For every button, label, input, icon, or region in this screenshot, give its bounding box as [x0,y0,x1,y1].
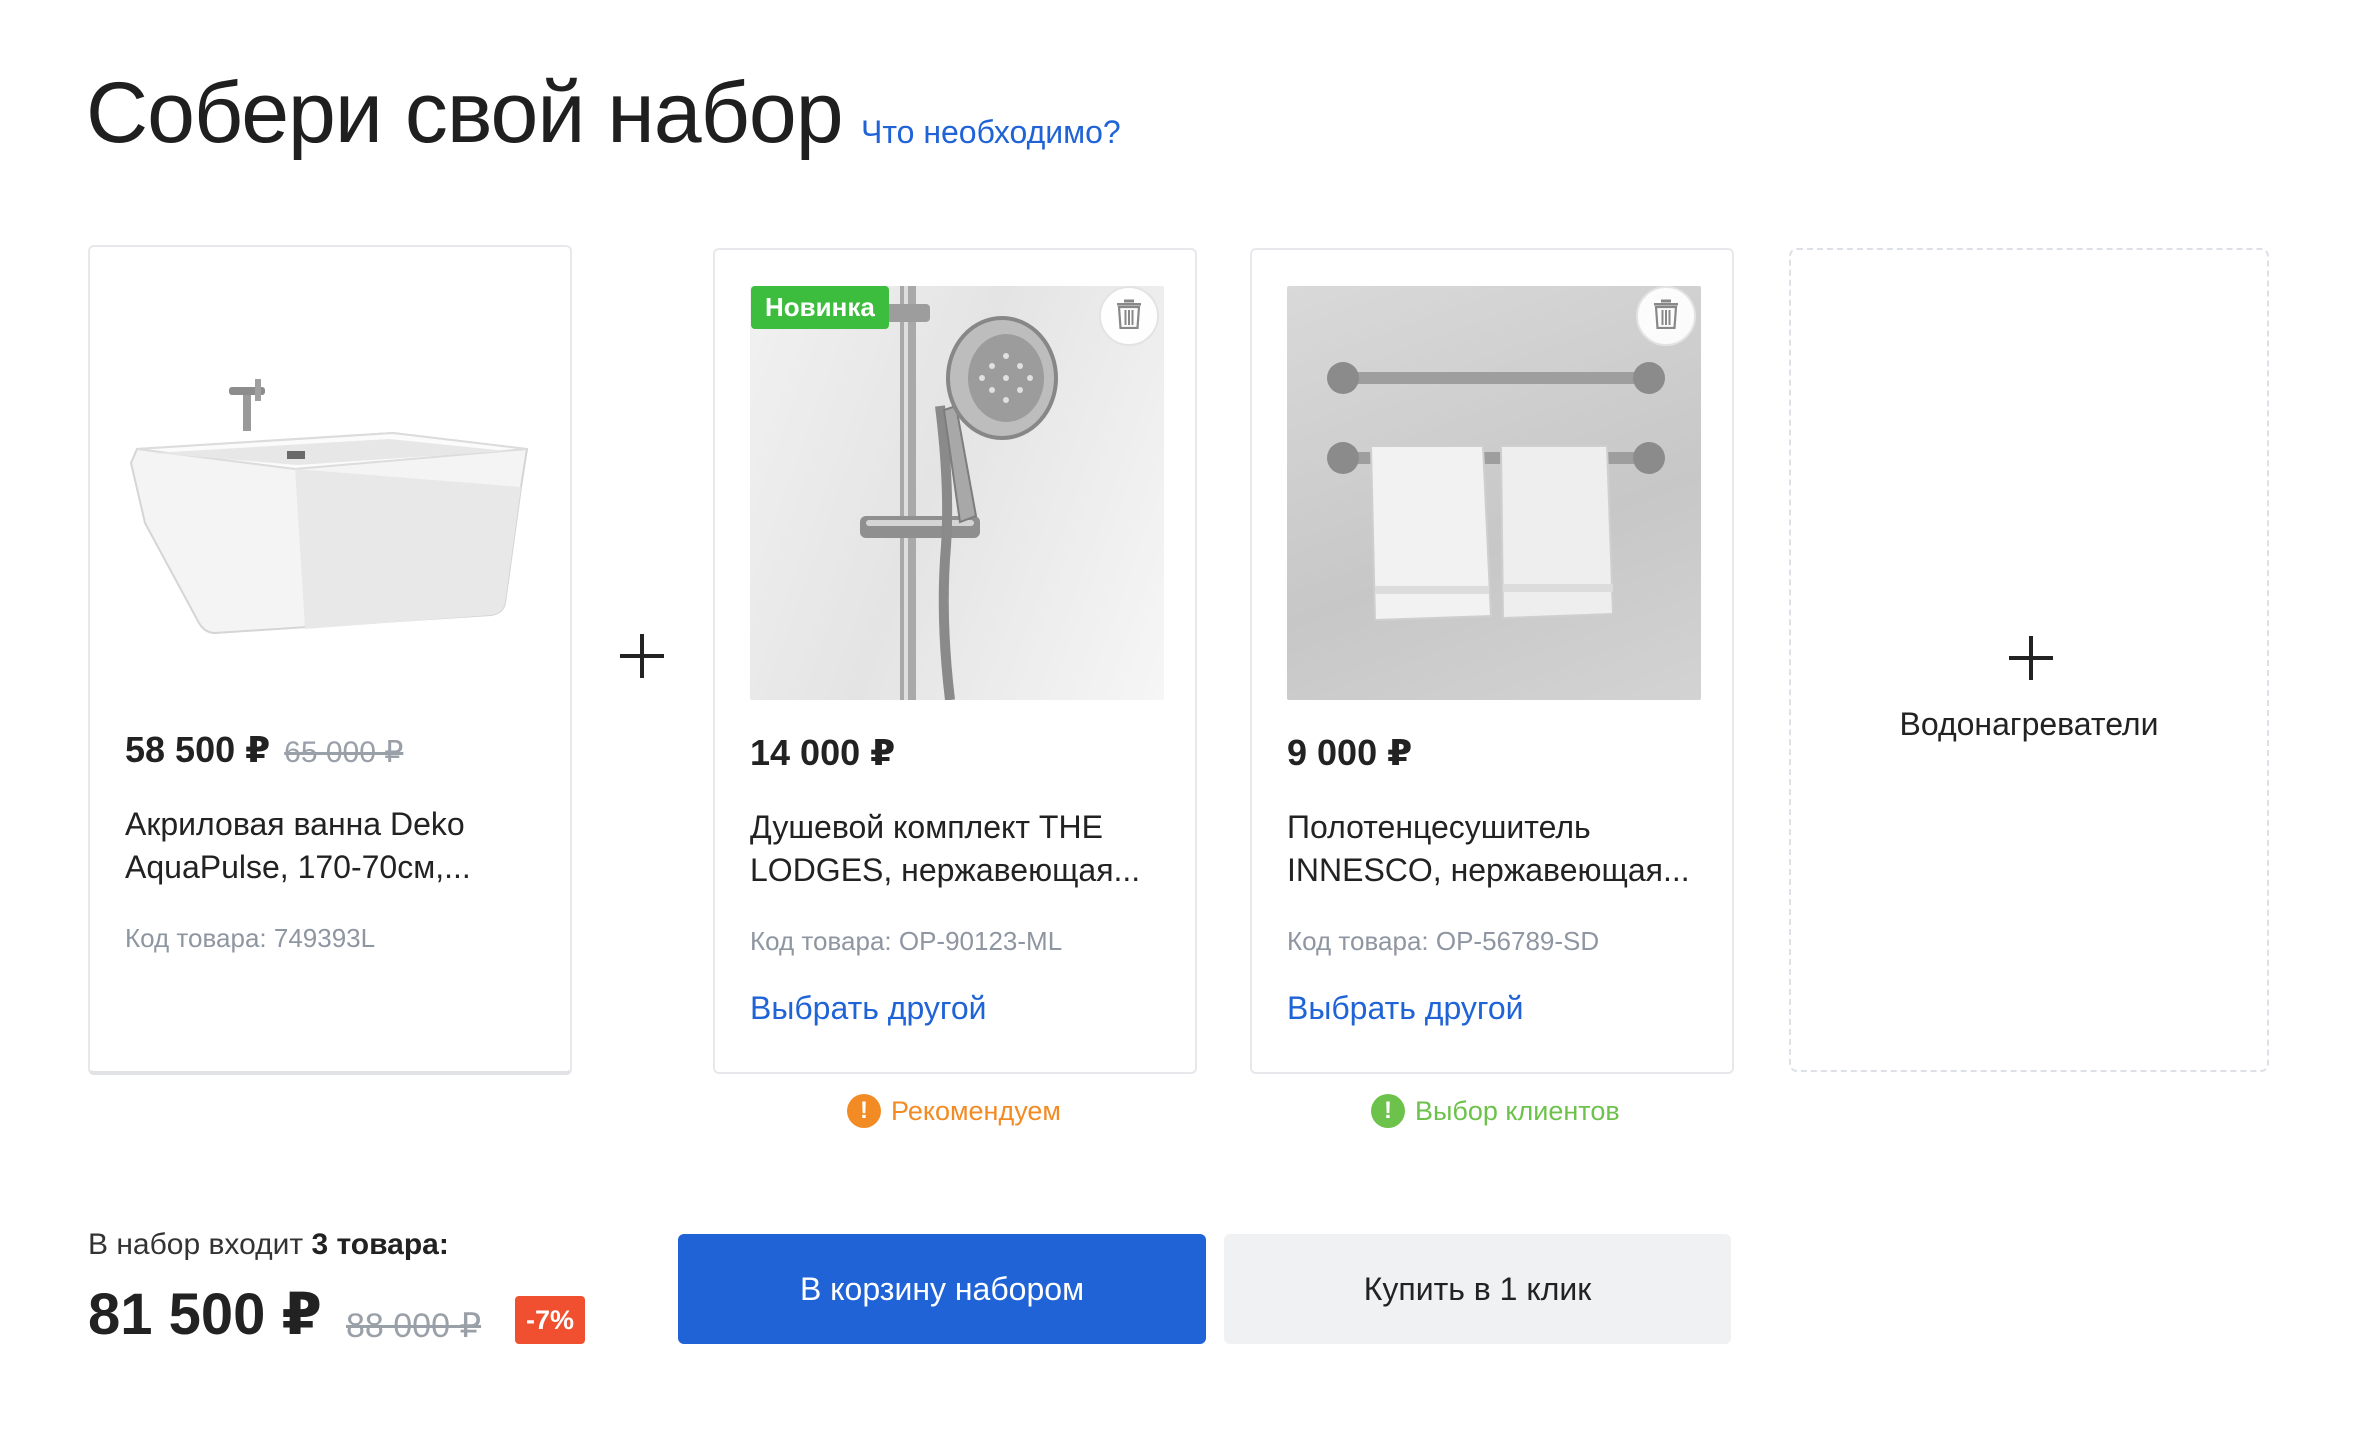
buy-one-click-button[interactable]: Купить в 1 клик [1224,1234,1731,1344]
product-card-shower: Новинка 14 000 ₽ Душевой комплект THE LOD… [713,248,1197,1074]
delete-button[interactable] [1099,286,1159,346]
product-price: 9 000 ₽ [1287,732,1413,773]
exclamation-icon: ! [847,1094,881,1128]
exclamation-icon: ! [1371,1094,1405,1128]
delete-button[interactable] [1636,286,1696,346]
product-old-price: 65 000 ₽ [284,736,404,769]
product-code: Код товара: OP-56789-SD [1287,926,1600,956]
product-price: 58 500 ₽65 000 ₽ [125,729,404,770]
recommended-tag: ! Рекомендуем [847,1094,1061,1128]
shower-set-image [750,286,1164,700]
new-badge: Новинка [751,286,889,330]
customer-choice-tag: ! Выбор клиентов [1371,1094,1620,1128]
total-old-price: 88 000 ₽ [346,1307,482,1345]
towel-rail-image [1287,286,1701,700]
product-name[interactable]: Полотенцесушитель INNESCO, нержавеющая... [1287,806,1707,892]
plus-icon [614,628,670,684]
discount-badge: -7% [515,1296,586,1345]
product-code: Код товара: OP-90123-ML [750,926,1063,956]
add-set-to-cart-button[interactable]: В корзину набором [678,1234,1206,1344]
product-price: 14 000 ₽ [750,732,896,773]
set-count-text: В набор входит 3 товара: [88,1228,449,1261]
product-card-bathtub: 58 500 ₽65 000 ₽ Акриловая ванна Deko Aqu… [88,245,572,1075]
choose-other-link[interactable]: Выбрать другой [1287,990,1524,1027]
choose-other-link[interactable]: Выбрать другой [750,990,987,1027]
total-price: 81 500 ₽ [88,1282,322,1347]
product-code: Код товара: 749393L [125,923,376,953]
add-product-slot[interactable]: Водонагреватели [1789,248,2269,1072]
trash-icon [1653,299,1679,334]
add-slot-label: Водонагреватели [1899,706,2159,742]
product-name[interactable]: Душевой комплект THE LODGES, нержавеющая.… [750,806,1170,892]
product-card-towel-rail: 9 000 ₽ Полотенцесушитель INNESCO, нержав… [1250,248,1734,1074]
trash-icon [1116,299,1142,334]
bathtub-image [125,283,539,697]
help-link[interactable]: Что необходимо? [861,114,1121,151]
page-title: Собери свой набор [86,65,844,161]
product-name[interactable]: Акриловая ванна Deko AquaPulse, 170-70см,… [125,803,545,889]
plus-icon [2003,630,2059,686]
